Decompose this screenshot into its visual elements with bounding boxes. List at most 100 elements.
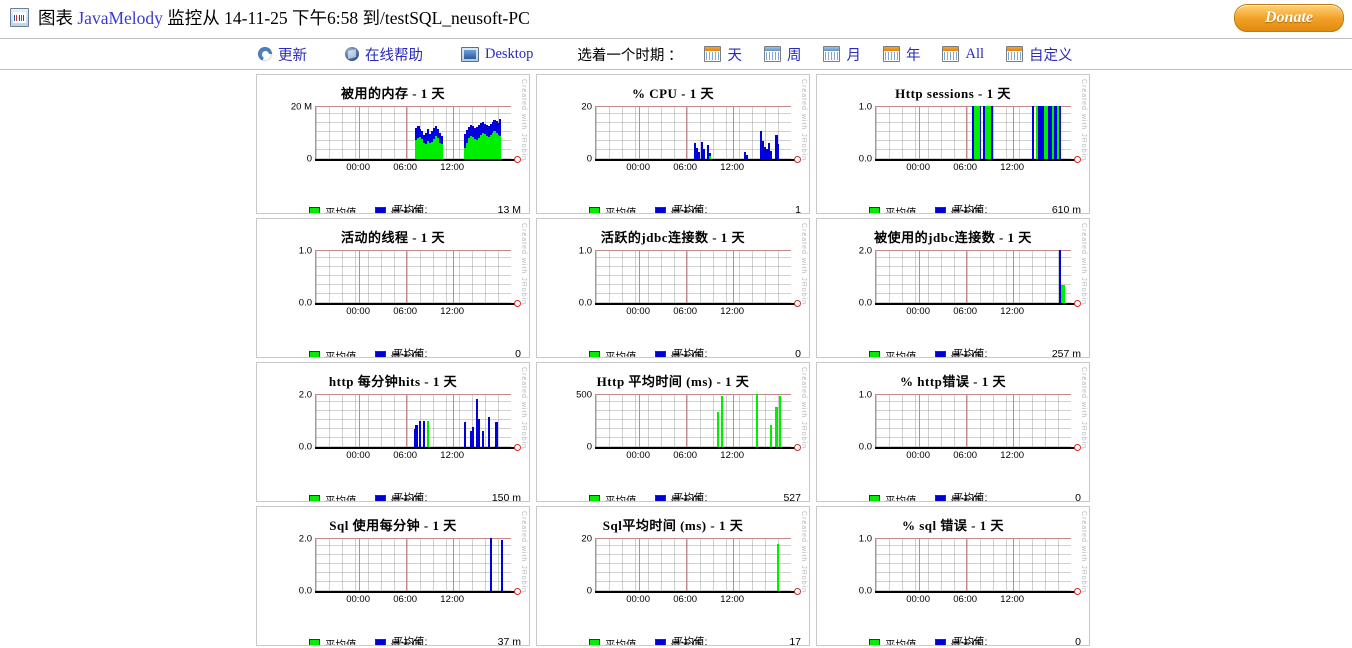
time-gridline: [638, 106, 640, 159]
stat-avg-value: 37 m: [497, 636, 521, 646]
plot-grid: 20 M0: [291, 102, 511, 165]
period-year-button[interactable]: 年: [882, 44, 920, 65]
stat-avg-row: 平均值: 17: [673, 635, 801, 645]
refresh-button[interactable]: 更新: [258, 44, 307, 65]
title-suffix: 监控从 14-11-25 下午6:58 到/testSQL_neusoft-PC: [162, 8, 530, 28]
chart-panel[interactable]: Http sessions - 1 天 1.0 0.0 00:00 06:00 12:00…: [816, 74, 1090, 214]
time-gridline: [732, 538, 734, 591]
chart-panel[interactable]: % http错误 - 1 天 1.0 0.0 00:00 06:00 12:00 Creat…: [816, 362, 1090, 502]
legend-avg-label: 平均值: [885, 351, 917, 358]
period-all-button[interactable]: All: [942, 46, 984, 63]
x-tick-label: 00:00: [906, 162, 930, 173]
chart-panel[interactable]: % CPU - 1 天 20 0 00:00 06:00 12:00 Created wit…: [536, 74, 810, 214]
plot-top-line: [876, 394, 1071, 395]
stat-avg-label: 平均值:: [953, 204, 988, 214]
series-max-bar: [777, 144, 780, 159]
chart-stats: 平均值:0最大值:0: [393, 347, 521, 357]
stat-avg-row: 平均值: 257 m: [953, 347, 1081, 358]
x-tick-labels: 00:00 06:00 12:00: [595, 450, 791, 464]
time-gridline: [918, 106, 920, 159]
period-custom-label: 自定义: [1029, 47, 1073, 64]
series-max-bar: [419, 420, 422, 447]
series-avg-bar: [1051, 106, 1054, 159]
series-max-bar: [464, 421, 467, 447]
series-max-bar: [487, 417, 490, 447]
plot-area: 20 M 0 00:00 06:00 12:00: [257, 102, 529, 173]
plot-grid: 1.0 0.0: [859, 534, 1071, 597]
x-tick-label: 00:00: [626, 594, 650, 605]
time-gridline: [405, 538, 407, 591]
y-tick-top: 20: [581, 101, 592, 113]
x-axis: [875, 444, 1081, 451]
series-max-bar: [703, 149, 706, 159]
x-axis: [875, 588, 1081, 595]
legend-avg-label: 平均值: [885, 639, 917, 646]
plot-grid: 1.0 0.0: [579, 246, 791, 309]
legend-max-swatch: [654, 207, 666, 213]
stat-avg-value: 150 m: [491, 492, 521, 502]
series-max-bar: [423, 420, 426, 447]
chart-panel[interactable]: Sql平均时间 (ms) - 1 天 20 0 00:00 06:00 12:00 Crea…: [536, 506, 810, 646]
stat-avg-label: 平均值:: [673, 204, 708, 214]
y-tick-bottom: 0.0: [858, 441, 872, 453]
series-max-bar: [991, 106, 994, 159]
legend-avg-label: 平均值: [325, 495, 357, 502]
chart-panel[interactable]: Sql 使用每分钟 - 1 天 2.0 0.0 00:00 06:00 12:00 Crea…: [256, 506, 530, 646]
chart-panel[interactable]: 被使用的jdbc连接数 - 1 天 2.0 0.0 00:00 06:00 12:00 Cr…: [816, 218, 1090, 358]
x-tick-label: 06:00: [953, 594, 978, 605]
x-tick-label: 00:00: [346, 450, 370, 461]
chart-panel[interactable]: 活动的线程 - 1 天 1.0 0.0 00:00 06:00 12:00 Created …: [256, 218, 530, 358]
time-gridline: [965, 106, 967, 159]
chart-title: % CPU - 1 天: [631, 86, 715, 101]
x-tick-label: 06:00: [953, 450, 978, 461]
x-tick-label: 00:00: [346, 594, 370, 605]
online-help-link[interactable]: 在线帮助: [345, 44, 423, 65]
period-month-label: 月: [846, 47, 861, 64]
period-custom-button[interactable]: 自定义: [1006, 44, 1073, 65]
chart-panel[interactable]: 被用的内存 - 1 天 20 M 0 00:00 06:00 12:00 Created w…: [256, 74, 530, 214]
plot-area: 2.0 0.0 00:00 06:00 12:00: [257, 390, 529, 461]
period-month-button[interactable]: 月: [823, 44, 861, 65]
chart-panel[interactable]: Http 平均时间 (ms) - 1 天 500 0 00:00 06:00 12:00 C…: [536, 362, 810, 502]
x-tick-label: 12:00: [1000, 594, 1025, 605]
legend-avg-swatch: [309, 495, 320, 501]
desktop-link[interactable]: Desktop: [461, 46, 533, 63]
x-tick-label: 06:00: [393, 450, 418, 461]
x-axis: [315, 588, 521, 595]
plot-grid: 1.0 0.0: [859, 102, 1071, 165]
chart-panel[interactable]: http 每分钟hits - 1 天 2.0 0.0 00:00 06:00 12:00 C…: [256, 362, 530, 502]
legend-avg-swatch: [589, 207, 600, 213]
series-avg-bar: [427, 420, 430, 447]
period-day-button[interactable]: 天: [704, 44, 742, 65]
time-gridline: [405, 394, 407, 447]
series-max-bar: [477, 419, 480, 447]
y-tick-top: 1.0: [858, 389, 872, 401]
period-week-label: 周: [786, 47, 802, 64]
series-max-bar: [697, 151, 700, 159]
x-tick-labels: 00:00 06:00 12:00: [875, 162, 1071, 176]
time-gridline: [965, 394, 967, 447]
x-tick-label: 00:00: [626, 162, 650, 173]
period-week-button[interactable]: 周: [763, 44, 802, 65]
stat-avg-label: 平均值:: [953, 348, 988, 358]
chart-title: 活动的线程 - 1 天: [340, 230, 446, 245]
stat-avg-label: 平均值:: [953, 636, 988, 646]
y-tick-top: 1.0: [578, 245, 592, 257]
chart-stats: 平均值:37 m最大值:1917 m: [393, 635, 521, 646]
y-tick-top: 2.0: [298, 389, 312, 401]
chart-panel[interactable]: 活跃的jdbc连接数 - 1 天 1.0 0.0 00:00 06:00 12:00 Cre…: [536, 218, 810, 358]
chart-panel[interactable]: % sql 错误 - 1 天 1.0 0.0 00:00 06:00 12:00 Creat…: [816, 506, 1090, 646]
period-day-label: 天: [727, 47, 742, 64]
legend-avg-label: 平均值: [885, 495, 917, 502]
plot-top-line: [596, 394, 791, 395]
x-tick-labels: 00:00 06:00 12:00: [875, 306, 1071, 320]
legend-max-swatch: [934, 639, 946, 645]
time-gridline: [358, 106, 360, 159]
x-tick-label: 06:00: [673, 306, 698, 317]
x-tick-label: 00:00: [346, 162, 370, 173]
series-avg-bar: [499, 135, 502, 159]
stat-avg-value: 257 m: [1051, 348, 1081, 358]
time-gridline: [732, 250, 734, 303]
chart-stats: 平均值:257 m最大值:3000 m: [953, 347, 1081, 358]
donate-button[interactable]: Donate: [1234, 4, 1344, 32]
